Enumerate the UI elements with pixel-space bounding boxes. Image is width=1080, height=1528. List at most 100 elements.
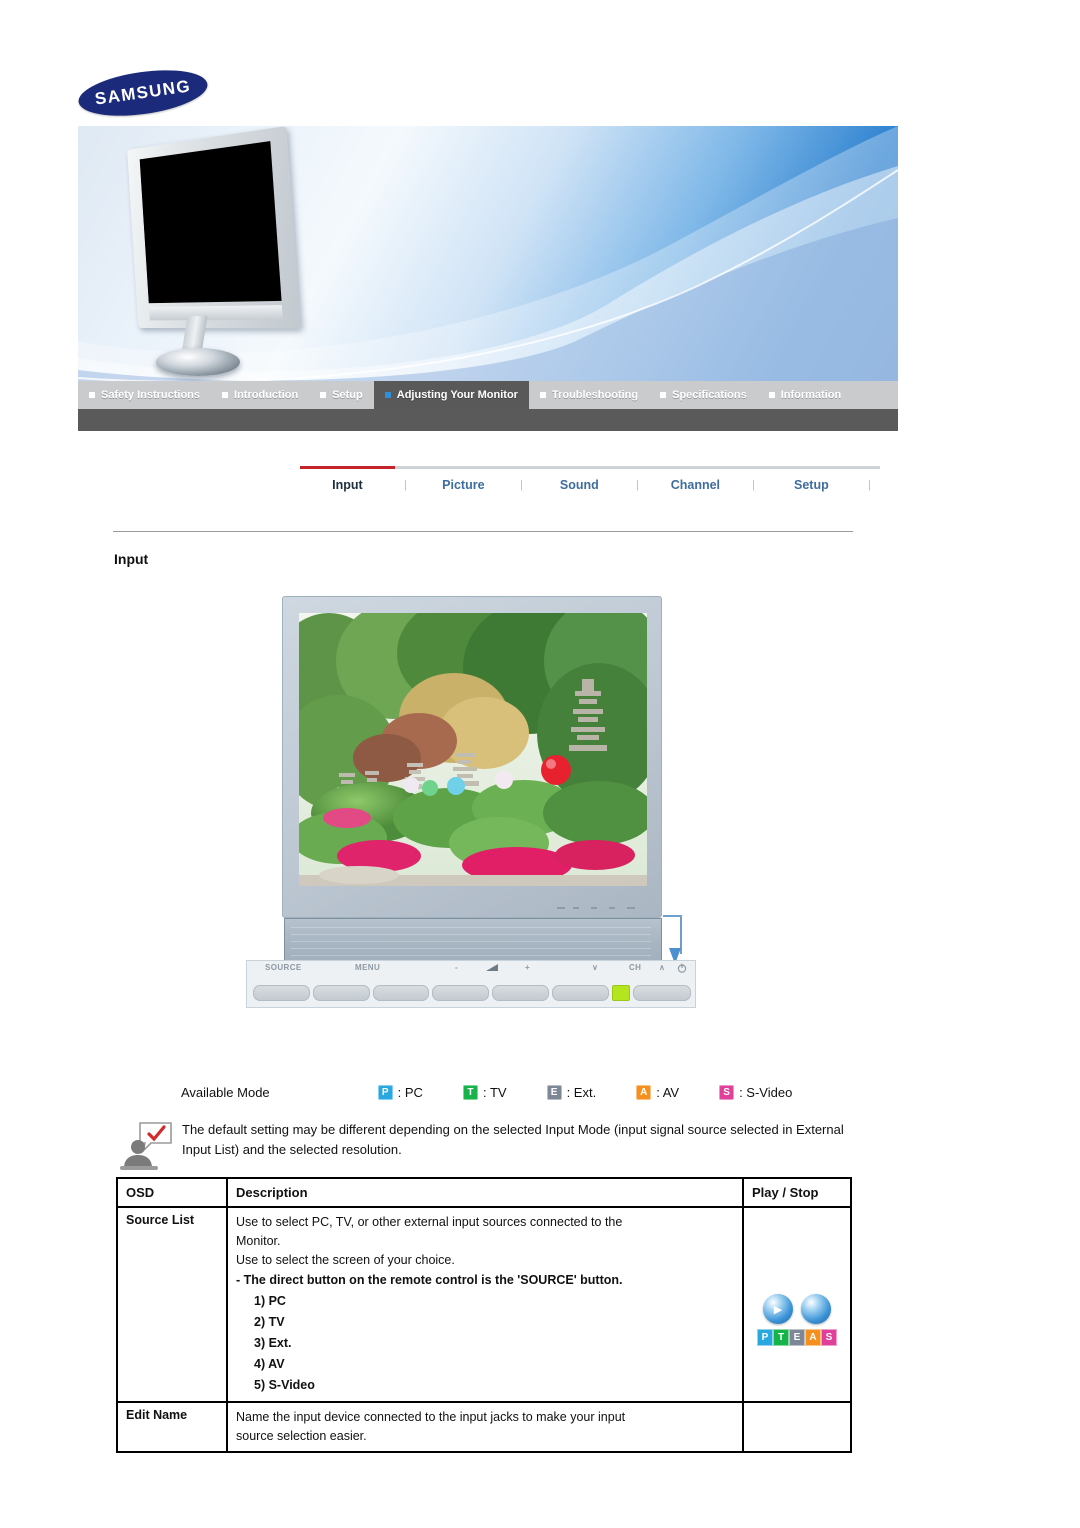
available-mode-label: Available Mode	[181, 1085, 270, 1100]
play-button-icon[interactable]: ▶	[763, 1294, 793, 1324]
monitor-indicator-dots	[557, 905, 647, 911]
topnav-item-adjusting-your-monitor[interactable]: Adjusting Your Monitor	[374, 381, 529, 409]
description-line: 1) PC	[236, 1291, 734, 1312]
description-line: source selection easier.	[236, 1427, 734, 1446]
power-icon	[677, 963, 687, 975]
topnav-item-troubleshooting[interactable]: Troubleshooting	[529, 381, 649, 409]
description-line: 4) AV	[236, 1354, 734, 1375]
button-label-menu: MENU	[355, 963, 380, 972]
description-line: Use to select PC, TV, or other external …	[236, 1213, 734, 1232]
hero-monitor-chin	[149, 305, 283, 320]
bullet-square-icon	[89, 392, 95, 398]
button-panel-keys[interactable]	[253, 985, 691, 1001]
play-stop-icon-group: ▶ P T E A S	[749, 1294, 845, 1346]
topnav-item-information[interactable]: Information	[758, 381, 853, 409]
volume-up-key[interactable]	[432, 985, 489, 1001]
bullet-square-icon	[540, 392, 546, 398]
topnav-item-setup[interactable]: Setup	[309, 381, 374, 409]
mode-item-p: P: PC	[378, 1085, 423, 1100]
cell-play-stop: ▶ P T E A S	[743, 1207, 851, 1402]
cell-description: Use to select PC, TV, or other external …	[227, 1207, 743, 1402]
table-row: Source List Use to select PC, TV, or othe…	[117, 1207, 851, 1402]
topnav-item-label: Setup	[332, 389, 363, 401]
subnav-tab-input[interactable]: Input	[300, 466, 395, 496]
subnav-tab-channel[interactable]: Channel	[648, 466, 743, 496]
samsung-logo: SAMSUNG	[78, 72, 208, 114]
subnav-tab-picture[interactable]: Picture	[416, 466, 511, 496]
stop-button-icon[interactable]	[801, 1294, 831, 1324]
description-line: - The direct button on the remote contro…	[236, 1270, 734, 1291]
logo-wordmark: SAMSUNG	[76, 63, 211, 123]
bullet-square-icon	[222, 392, 228, 398]
table-header-row: OSD Description Play / Stop	[117, 1178, 851, 1207]
top-navigation-bar[interactable]: Safety Instructions Introduction Setup Adju…	[78, 381, 898, 409]
cell-description: Name the input device connected to the i…	[227, 1402, 743, 1452]
mode-item-label: : Ext.	[567, 1085, 597, 1100]
bullet-square-icon	[385, 392, 391, 398]
topnav-item-label: Introduction	[234, 389, 298, 401]
channel-up-key[interactable]	[552, 985, 609, 1001]
button-label-: +	[525, 963, 530, 972]
mode-item-t: T: TV	[463, 1085, 507, 1100]
description-line: Monitor.	[236, 1232, 734, 1251]
down-arrow-pointer	[661, 914, 683, 966]
bullet-square-icon	[660, 392, 666, 398]
topnav-item-label: Troubleshooting	[552, 389, 638, 401]
cell-play-stop	[743, 1402, 851, 1452]
pteas-badge-t-icon: T	[773, 1329, 789, 1346]
subnav-separator: |	[859, 466, 880, 496]
subnav-tab-sound[interactable]: Sound	[532, 466, 627, 496]
note-block: The default setting may be different dep…	[118, 1120, 878, 1172]
mode-item-e: E : Ext.	[547, 1085, 597, 1100]
power-key[interactable]	[633, 985, 691, 1001]
monitor-figure	[246, 596, 696, 1008]
source-key[interactable]	[253, 985, 310, 1001]
stop-glyph	[801, 1294, 831, 1324]
topnav-item-label: Safety Instructions	[101, 389, 200, 401]
garden-photo	[299, 613, 647, 886]
topnav-item-specifications[interactable]: Specifications	[649, 381, 758, 409]
media-spheres: ▶	[749, 1294, 845, 1324]
osd-description-table: OSD Description Play / Stop Source List U…	[116, 1177, 852, 1453]
hero-monitor-image	[118, 134, 308, 374]
mode-badge-a-icon: A	[636, 1085, 651, 1100]
mode-item-s: S: S-Video	[719, 1085, 792, 1100]
hero-monitor-screen	[140, 141, 282, 303]
hero-banner	[78, 126, 898, 381]
topnav-item-introduction[interactable]: Introduction	[211, 381, 309, 409]
monitor-button-panel[interactable]: SOURCE MENU - + ∨ CH ∧	[246, 960, 696, 1008]
button-label-: ∧	[659, 963, 665, 972]
description-line: 3) Ext.	[236, 1333, 734, 1354]
play-glyph: ▶	[763, 1294, 793, 1324]
pteas-badge-s-icon: S	[821, 1329, 837, 1346]
volume-icon	[485, 963, 499, 974]
available-mode-row: Available Mode P: PC T: TV E : Ext. A : AV S: S…	[181, 1081, 832, 1103]
header-osd: OSD	[117, 1178, 227, 1207]
page-title: Input	[114, 551, 148, 567]
mode-item-label: : AV	[656, 1085, 679, 1100]
volume-down-key[interactable]	[373, 985, 430, 1001]
description-line: 2) TV	[236, 1312, 734, 1333]
description-line: 5) S-Video	[236, 1375, 734, 1396]
button-label-: ∨	[592, 963, 598, 972]
subnav-separator: |	[627, 466, 648, 496]
description-line: Use to select the screen of your choice.	[236, 1251, 734, 1270]
table-row: Edit Name Name the input device connected…	[117, 1402, 851, 1452]
sub-navigation-tabs[interactable]: Input | Picture | Sound | Channel | Setup |	[300, 466, 880, 496]
topnav-item-safety-instructions[interactable]: Safety Instructions	[78, 381, 211, 409]
subnav-tab-setup[interactable]: Setup	[764, 466, 859, 496]
mode-badge-p-icon: P	[378, 1085, 393, 1100]
mode-item-label: : S-Video	[739, 1085, 792, 1100]
mode-badge-e-icon: E	[547, 1085, 562, 1100]
monitor-stand-vents	[291, 927, 651, 961]
button-label-ch: CH	[629, 963, 641, 972]
channel-down-key[interactable]	[492, 985, 549, 1001]
mode-item-a: A : AV	[636, 1085, 679, 1100]
header-play-stop: Play / Stop	[743, 1178, 851, 1207]
pteas-badge-p-icon: P	[757, 1329, 773, 1346]
subnav-separator: |	[511, 466, 532, 496]
monitor-screen-photo	[299, 613, 647, 886]
content-divider	[113, 531, 853, 532]
pteas-badge-strip: PTEAS	[749, 1329, 845, 1346]
menu-key[interactable]	[313, 985, 370, 1001]
